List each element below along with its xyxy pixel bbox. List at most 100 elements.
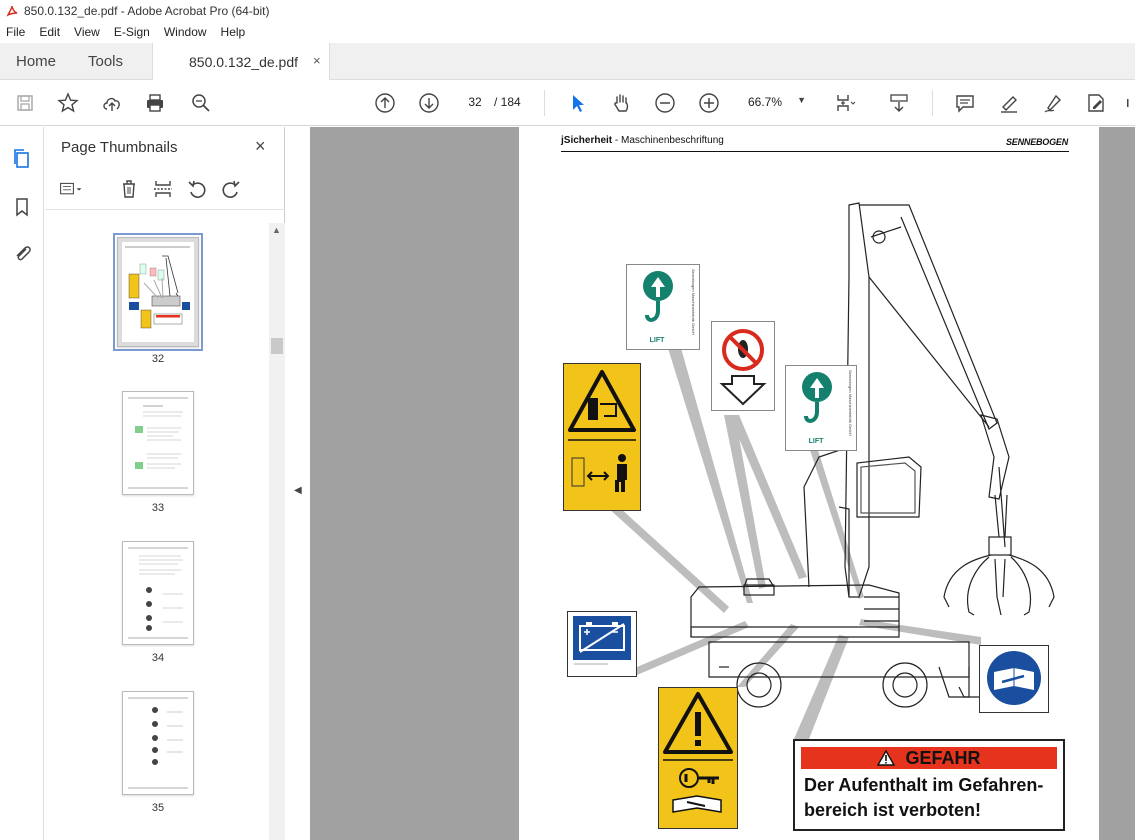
menu-edit[interactable]: Edit	[39, 25, 60, 39]
bookmark-star-button[interactable]	[55, 91, 81, 115]
delete-page-button[interactable]	[117, 177, 141, 201]
document-canvas[interactable]: jSicherheit - Maschinenbeschriftung SENN…	[310, 127, 1135, 840]
danger-message-line-2: bereich ist verboten!	[804, 800, 982, 820]
hand-icon	[614, 94, 629, 112]
thumbnail-number: 33	[151, 502, 165, 514]
edit-document-icon	[1088, 94, 1104, 112]
find-button[interactable]	[188, 91, 214, 115]
paperclip-icon	[16, 246, 31, 261]
page-thumbnail-35[interactable]	[122, 691, 194, 795]
save-icon	[17, 95, 33, 111]
danger-header-bar: GEFAHR	[801, 747, 1057, 769]
danger-message-line-1: Der Aufenthalt im Gefahren-	[804, 775, 1044, 795]
danger-title: GEFAHR	[905, 747, 981, 768]
toolbar-divider	[544, 90, 545, 116]
window-title: 850.0.132_de.pdf - Adobe Acrobat Pro (64…	[24, 4, 270, 18]
comment-icon	[956, 95, 974, 113]
scroll-up-icon[interactable]: ▲	[272, 225, 281, 235]
insert-page-button[interactable]	[151, 177, 175, 201]
trash-icon	[123, 180, 135, 198]
lift-label: LIFT	[649, 337, 665, 344]
tab-document[interactable]: 850.0.132_de.pdf ×	[152, 43, 330, 81]
zoom-out-button[interactable]	[652, 91, 678, 115]
select-tool-button[interactable]	[565, 91, 591, 115]
menu-help[interactable]: Help	[221, 25, 246, 39]
title-bar: 850.0.132_de.pdf - Adobe Acrobat Pro (64…	[0, 0, 1135, 22]
collapse-panel-icon[interactable]: ◀	[294, 485, 302, 496]
menu-esign[interactable]: E-Sign	[114, 25, 150, 39]
menu-bar: File Edit View E-Sign Window Help	[0, 22, 1135, 42]
zoom-search-icon	[192, 94, 210, 112]
no-step-icon	[719, 329, 767, 406]
thumbnail-number: 35	[151, 802, 165, 814]
read-manual-sign	[979, 645, 1049, 713]
exclamation-warning-icon	[663, 692, 733, 813]
cursor-arrow-icon	[573, 95, 584, 112]
lift-hook-icon	[804, 378, 824, 423]
sign-button[interactable]	[1040, 91, 1066, 115]
hand-tool-button[interactable]	[608, 91, 634, 115]
page-display-button[interactable]	[832, 91, 858, 115]
lift-point-sign: LIFT Sennebogen Maschinenfabrik GmbH	[626, 264, 700, 350]
fit-page-icon	[837, 95, 856, 111]
tab-home[interactable]: Home	[16, 53, 56, 70]
rotate-counterclockwise-button[interactable]	[185, 177, 209, 201]
tab-document-label: 850.0.132_de.pdf	[189, 54, 298, 70]
page-total: / 184	[494, 95, 521, 109]
menu-window[interactable]: Window	[164, 25, 207, 39]
highlight-button[interactable]	[996, 91, 1022, 115]
thumbnail-number: 32	[151, 353, 165, 365]
panel-title: Page Thumbnails	[61, 139, 178, 156]
rotate-left-icon	[188, 180, 206, 198]
lift-hook-icon	[645, 277, 665, 322]
chevron-down-icon: ▼	[797, 95, 806, 105]
fountain-pen-icon	[1044, 94, 1061, 113]
left-navigation-rail	[0, 127, 44, 840]
comment-button[interactable]	[952, 91, 978, 115]
edit-pdf-button[interactable]	[1083, 91, 1109, 115]
page-number-input[interactable]: 32	[459, 91, 491, 113]
zoom-level-dropdown[interactable]: 66.7% ▼	[738, 91, 810, 113]
crush-warning-icon	[568, 370, 636, 492]
thumbnails-scrollbar[interactable]: ▲	[269, 223, 285, 840]
share-upload-button[interactable]	[99, 91, 125, 115]
save-button[interactable]	[12, 91, 38, 115]
print-button[interactable]	[142, 91, 168, 115]
general-warning-sign	[658, 687, 738, 829]
page-thumbnail-33[interactable]	[122, 391, 194, 495]
printer-icon	[147, 94, 163, 112]
more-tools-icon	[1127, 99, 1129, 107]
rotate-clockwise-button[interactable]	[219, 177, 243, 201]
pdf-page: jSicherheit - Maschinenbeschriftung SENN…	[519, 127, 1099, 840]
tab-tools[interactable]: Tools	[88, 53, 123, 70]
previous-page-button[interactable]	[372, 91, 398, 115]
main-toolbar: 32 / 184 66.7% ▼	[0, 80, 1135, 126]
scrollbar-thumb[interactable]	[271, 338, 283, 354]
attachments-button[interactable]	[10, 241, 34, 265]
page-thumbnails-button[interactable]	[10, 147, 34, 171]
next-page-button[interactable]	[416, 91, 442, 115]
sign-manufacturer-text: Sennebogen Maschinenfabrik GmbH	[691, 269, 696, 335]
more-tools-button[interactable]	[1124, 91, 1135, 115]
thumbnail-number: 34	[151, 652, 165, 664]
scroll-mode-button[interactable]	[886, 91, 912, 115]
page-thumbnail-32[interactable]	[113, 233, 203, 351]
zoom-in-button[interactable]	[696, 91, 722, 115]
menu-view[interactable]: View	[74, 25, 100, 39]
tab-close-icon[interactable]: ×	[313, 53, 321, 68]
sign-manufacturer-text: Sennebogen Maschinenfabrik GmbH	[848, 370, 853, 436]
star-icon	[57, 92, 79, 113]
close-panel-icon[interactable]: ×	[255, 136, 266, 157]
thumbnail-options-button[interactable]	[59, 177, 83, 201]
page-thumbnail-34[interactable]	[122, 541, 194, 645]
insert-page-icon	[154, 181, 172, 197]
menu-file[interactable]: File	[6, 25, 25, 39]
bookmarks-button[interactable]	[10, 195, 34, 219]
lift-point-sign: LIFT Sennebogen Maschinenfabrik GmbH	[785, 365, 857, 451]
no-stepping-sign	[711, 321, 775, 411]
thumbnail-preview	[118, 238, 198, 346]
thumbnail-preview	[128, 697, 188, 789]
panel-splitter[interactable]: ◀	[285, 127, 310, 840]
crush-hazard-warning-sign	[563, 363, 641, 511]
warning-triangle-icon	[877, 750, 896, 766]
